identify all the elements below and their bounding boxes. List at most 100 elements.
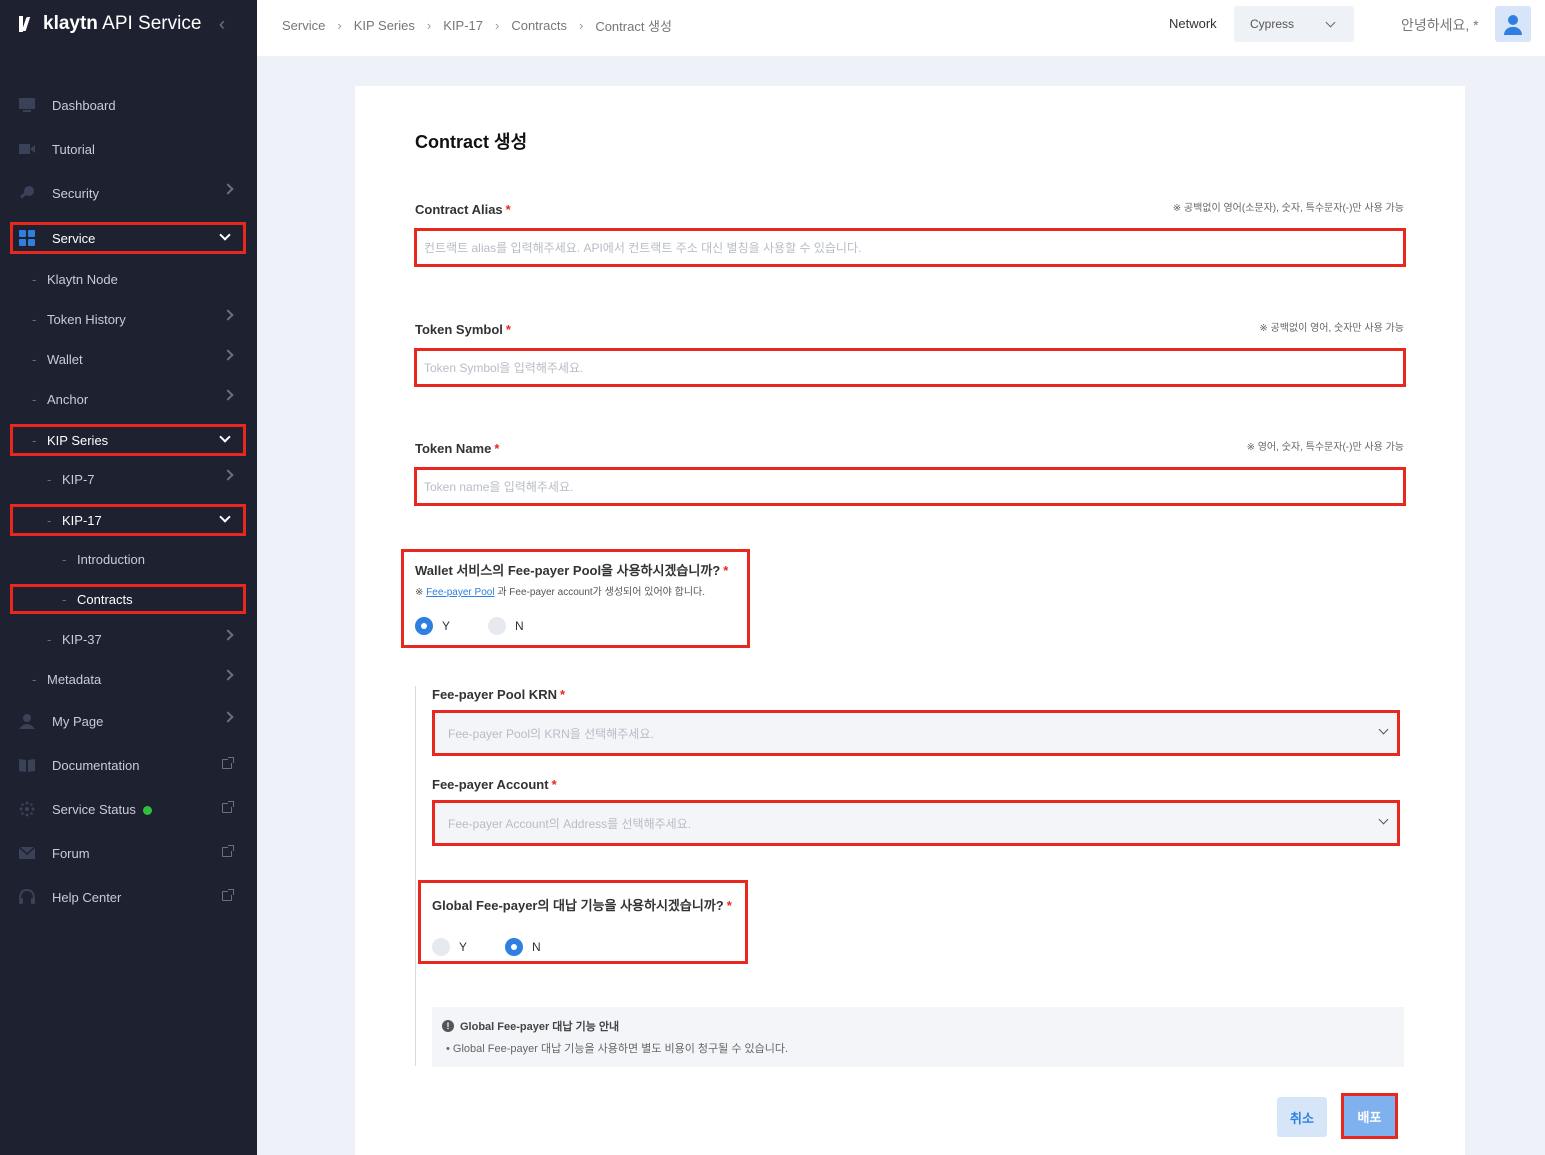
- chevron-down-icon: [219, 511, 231, 523]
- fee-payer-account-select[interactable]: Fee-payer Account의 Address를 선택해주세요.: [432, 800, 1400, 846]
- external-link-icon: [222, 845, 234, 857]
- global-fee-payer-yes-radio[interactable]: Y: [432, 938, 467, 956]
- info-text: • Global Fee-payer 대납 기능을 사용하면 별도 비용이 청구…: [446, 1043, 789, 1055]
- external-link-icon: [222, 801, 234, 813]
- info-icon: !: [442, 1020, 454, 1032]
- sidebar-item-tutorial[interactable]: Tutorial: [10, 133, 246, 165]
- sidebar-item-security[interactable]: Security: [10, 177, 246, 209]
- chevron-right-icon: [222, 349, 234, 361]
- klaytn-logo[interactable]: klaytn API Service: [17, 12, 201, 36]
- token-symbol-field[interactable]: [424, 360, 1403, 375]
- radio-unselected-icon: [488, 617, 506, 635]
- chevron-right-icon: [222, 629, 234, 641]
- radio-selected-icon: [505, 938, 523, 956]
- sidebar-item-help-center[interactable]: Help Center: [10, 881, 246, 913]
- sidebar-item-my-page[interactable]: My Page: [10, 705, 246, 737]
- contract-alias-label: Contract Alias *: [415, 202, 511, 217]
- global-fee-payer-question-box: [418, 880, 748, 964]
- fee-payer-pool-note: ※ Fee-payer Pool 과 Fee-payer account가 생성…: [415, 587, 705, 598]
- token-name-label: Token Name *: [415, 441, 500, 456]
- chevron-right-icon: [222, 309, 234, 321]
- chevron-right-icon: [222, 389, 234, 401]
- key-icon: [20, 186, 34, 199]
- dashboard-icon: [19, 98, 35, 112]
- chevron-right-icon: ›: [426, 18, 432, 33]
- radio-selected-icon: [415, 617, 433, 635]
- book-icon: [19, 759, 35, 772]
- sidebar-item-kip-37[interactable]: - KIP-37: [10, 623, 246, 655]
- token-symbol-label: Token Symbol *: [415, 322, 511, 337]
- sidebar-item-forum[interactable]: Forum: [10, 837, 246, 869]
- chevron-down-icon: [1378, 724, 1389, 735]
- radio-unselected-icon: [432, 938, 450, 956]
- fee-payer-pool-krn-select[interactable]: Fee-payer Pool의 KRN을 선택해주세요.: [432, 710, 1400, 756]
- contract-alias-hint: ※ 공백없이 영어(소문자), 숫자, 특수문자(-)만 사용 가능: [1172, 203, 1404, 214]
- info-title: Global Fee-payer 대납 기능 안내: [460, 1021, 620, 1033]
- mail-icon: [18, 846, 36, 859]
- chevron-right-icon: [222, 669, 234, 681]
- top-bar: Service › KIP Series › KIP-17 › Contract…: [257, 0, 1545, 56]
- fee-payer-pool-link[interactable]: Fee-payer Pool: [426, 587, 494, 598]
- status-icon: [19, 801, 35, 817]
- sidebar-item-wallet[interactable]: - Wallet: [10, 343, 246, 375]
- chevron-down-icon: [219, 431, 231, 443]
- indent-divider: [415, 686, 416, 1066]
- contract-form-card: Contract 생성 Contract Alias * ※ 공백없이 영어(소문…: [355, 86, 1465, 1155]
- sidebar-item-token-history[interactable]: - Token History: [10, 303, 246, 335]
- chevron-right-icon: ›: [337, 18, 342, 33]
- breadcrumb-kip-series[interactable]: KIP Series: [354, 18, 415, 33]
- fee-payer-pool-question: Wallet 서비스의 Fee-payer Pool을 사용하시겠습니까? *: [415, 563, 729, 578]
- sidebar-item-service-status[interactable]: Service Status: [10, 793, 246, 825]
- token-name-input[interactable]: [414, 467, 1406, 506]
- breadcrumb-service[interactable]: Service: [282, 18, 325, 33]
- token-symbol-hint: ※ 공백없이 영어, 숫자만 사용 가능: [1259, 323, 1404, 334]
- breadcrumb-current: Contract 생성: [595, 19, 672, 34]
- contract-alias-input[interactable]: [414, 228, 1406, 267]
- breadcrumb-contracts[interactable]: Contracts: [511, 18, 567, 33]
- external-link-icon: [222, 757, 234, 769]
- fee-payer-account-label: Fee-payer Account *: [432, 777, 557, 792]
- sidebar: klaytn API Service ‹‹ Dashboard Tutorial…: [0, 0, 257, 1155]
- chevron-down-icon: [1325, 17, 1336, 28]
- video-icon: [19, 144, 35, 154]
- sidebar-item-kip-17[interactable]: - KIP-17: [10, 504, 246, 536]
- token-name-hint: ※ 영어, 숫자, 특수문자(-)만 사용 가능: [1246, 442, 1404, 453]
- chevron-right-icon: ›: [494, 18, 500, 33]
- global-fee-payer-info-box: ! Global Fee-payer 대납 기능 안내 • Global Fee-…: [432, 1007, 1404, 1067]
- chevron-right-icon: [222, 183, 234, 195]
- network-label: Network: [1169, 16, 1217, 31]
- klaytn-logo-icon: [17, 14, 37, 34]
- sidebar-item-service[interactable]: Service: [10, 222, 246, 254]
- global-fee-payer-question: Global Fee-payer의 대납 기능을 사용하시겠습니까? *: [432, 898, 732, 913]
- token-name-field[interactable]: [424, 479, 1403, 494]
- cancel-button[interactable]: 취소: [1277, 1097, 1327, 1137]
- sidebar-item-kip-7[interactable]: - KIP-7: [10, 463, 246, 495]
- sidebar-item-dashboard[interactable]: Dashboard: [10, 89, 246, 121]
- chevron-right-icon: [222, 469, 234, 481]
- sidebar-item-anchor[interactable]: - Anchor: [10, 383, 246, 415]
- fee-pool-no-radio[interactable]: N: [488, 617, 524, 635]
- token-symbol-input[interactable]: [414, 348, 1406, 387]
- sidebar-item-kip-series[interactable]: - KIP Series: [10, 424, 246, 456]
- avatar[interactable]: [1495, 6, 1531, 42]
- user-icon: [19, 714, 35, 729]
- network-select[interactable]: Cypress: [1234, 6, 1354, 42]
- sidebar-item-documentation[interactable]: Documentation: [10, 749, 246, 781]
- external-link-icon: [222, 889, 234, 901]
- chevron-right-icon: ›: [578, 18, 584, 33]
- breadcrumb: Service › KIP Series › KIP-17 › Contract…: [282, 16, 672, 35]
- deploy-button[interactable]: 배포: [1341, 1093, 1398, 1139]
- breadcrumb-kip-17[interactable]: KIP-17: [443, 18, 483, 33]
- contract-alias-field[interactable]: [424, 240, 1403, 255]
- chevron-down-icon: [219, 229, 231, 241]
- sidebar-item-introduction[interactable]: - Introduction: [10, 543, 246, 575]
- user-greeting: 안녕하세요, *: [1401, 17, 1479, 33]
- sidebar-item-metadata[interactable]: - Metadata: [10, 663, 246, 695]
- grid-icon: [19, 230, 35, 246]
- fee-pool-yes-radio[interactable]: Y: [415, 617, 450, 635]
- page-title: Contract 생성: [415, 132, 528, 152]
- global-fee-payer-no-radio[interactable]: N: [505, 938, 541, 956]
- sidebar-item-klaytn-node[interactable]: - Klaytn Node: [10, 263, 246, 295]
- status-online-dot: [142, 805, 152, 815]
- sidebar-item-contracts[interactable]: - Contracts: [10, 584, 246, 614]
